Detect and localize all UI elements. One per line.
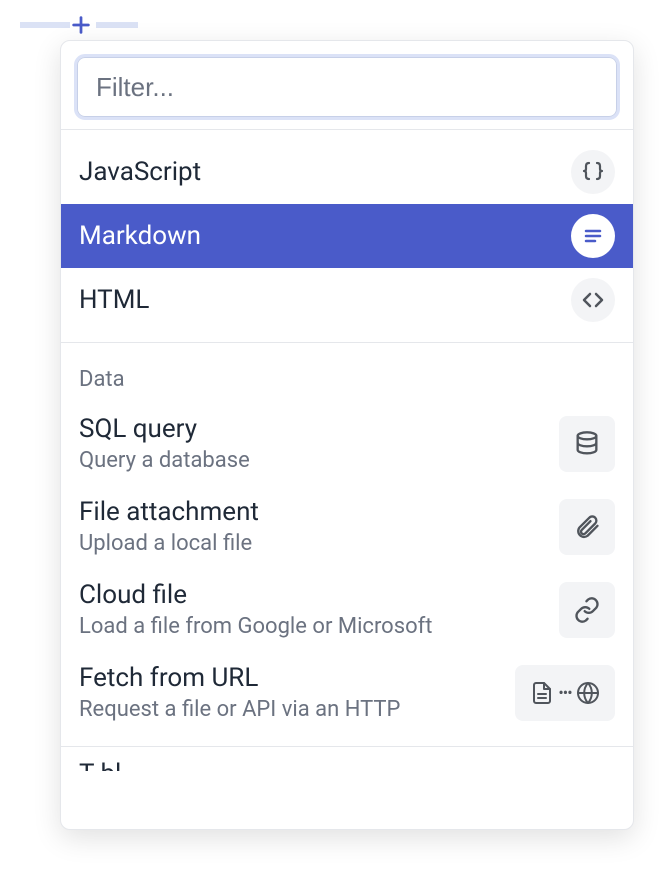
database-icon xyxy=(559,416,615,472)
option-file-attachment[interactable]: File attachment Upload a local file xyxy=(61,485,633,568)
option-label: JavaScript xyxy=(79,157,201,187)
code-brackets-icon xyxy=(571,278,615,322)
cell-type-dropdown: JavaScript Markdown HTML Data xyxy=(60,40,634,830)
option-title: SQL query xyxy=(79,414,250,444)
option-title: Cloud file xyxy=(79,580,432,610)
top-group: JavaScript Markdown HTML xyxy=(61,130,633,342)
filter-wrapper xyxy=(61,41,633,129)
option-markdown[interactable]: Markdown xyxy=(61,204,633,268)
option-title: Fetch from URL xyxy=(79,663,400,693)
fetch-combo-icon: ••• xyxy=(515,665,615,721)
dropdown-scroll: JavaScript Markdown HTML Data xyxy=(61,130,633,829)
text-lines-icon xyxy=(571,214,615,258)
divider-right xyxy=(96,22,138,28)
braces-icon xyxy=(571,150,615,194)
option-text: File attachment Upload a local file xyxy=(79,497,259,556)
option-sql-query[interactable]: SQL query Query a database xyxy=(61,402,633,485)
option-title: File attachment xyxy=(79,497,259,527)
globe-icon xyxy=(576,681,600,705)
option-javascript[interactable]: JavaScript xyxy=(61,140,633,204)
link-icon xyxy=(559,582,615,638)
divider-left xyxy=(20,22,70,28)
option-desc: Upload a local file xyxy=(79,531,259,556)
document-icon xyxy=(530,681,554,705)
cutoff-row: T bl xyxy=(61,747,633,771)
option-text: Fetch from URL Request a file or API via… xyxy=(79,663,400,722)
option-label: HTML xyxy=(79,285,149,315)
option-label: Markdown xyxy=(79,221,201,251)
dots-icon: ••• xyxy=(558,683,571,702)
filter-input[interactable] xyxy=(77,57,617,117)
option-html[interactable]: HTML xyxy=(61,268,633,332)
option-desc: Load a file from Google or Microsoft xyxy=(79,614,432,639)
paperclip-icon xyxy=(559,499,615,555)
option-cloud-file[interactable]: Cloud file Load a file from Google or Mi… xyxy=(61,568,633,651)
option-text: SQL query Query a database xyxy=(79,414,250,473)
section-header-data: Data xyxy=(61,343,633,402)
option-fetch-url[interactable]: Fetch from URL Request a file or API via… xyxy=(61,651,633,734)
option-desc: Request a file or API via an HTTP xyxy=(79,697,400,722)
option-desc: Query a database xyxy=(79,448,250,473)
add-plus-icon[interactable] xyxy=(70,14,92,36)
cutoff-text: T bl xyxy=(79,759,121,771)
option-text: Cloud file Load a file from Google or Mi… xyxy=(79,580,432,639)
